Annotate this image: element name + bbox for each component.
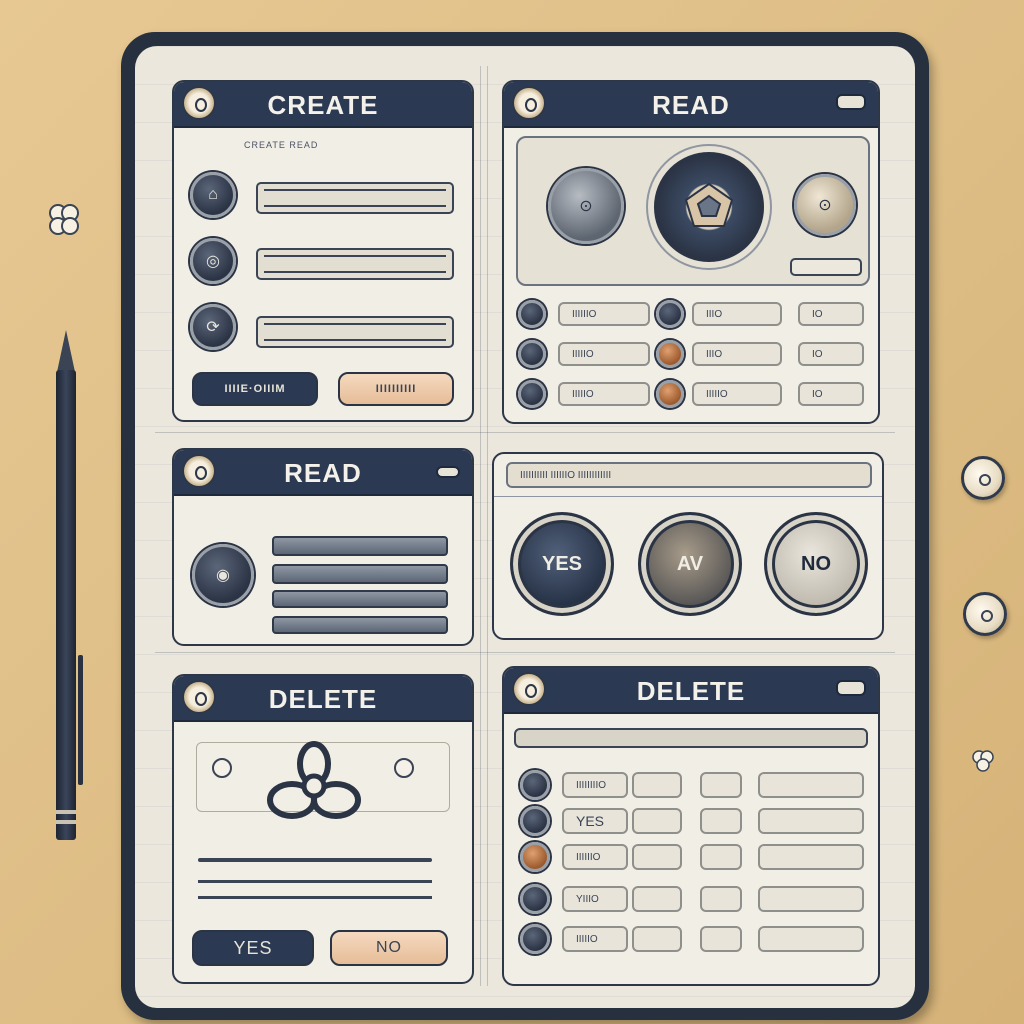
delete-right-title: DELETE (636, 676, 746, 706)
delete-table-header (514, 728, 868, 748)
center-dial-gem-icon (682, 180, 736, 234)
delete-row-3-col2[interactable] (632, 844, 682, 870)
create-title: CREATE (267, 90, 379, 120)
delete-row-4-field[interactable]: YIIIO (562, 886, 628, 912)
delete-row-1-col4[interactable] (758, 772, 864, 798)
read-row-2-right[interactable]: IO (798, 342, 864, 366)
read-top-minimize-button[interactable] (836, 94, 866, 110)
create-field-3[interactable] (256, 316, 454, 348)
read-left-eye-icon[interactable]: ◉ (192, 544, 254, 606)
pen (54, 330, 84, 850)
delete-right-panel: DELETE IIIIIIIIO YES IIIIIIO YIIIO IIIII… (502, 666, 880, 986)
read-row-2-middle[interactable]: IIIO (692, 342, 782, 366)
create-field-2[interactable] (256, 248, 454, 280)
side-knob-top (961, 456, 1005, 500)
delete-left-dot-icon (212, 758, 232, 778)
delete-row-2-icon[interactable] (520, 806, 550, 836)
delete-row-4-icon[interactable] (520, 884, 550, 914)
delete-no-button[interactable]: NO (330, 930, 448, 966)
read-left-bar-3[interactable] (272, 590, 448, 608)
read-left-minimize-button[interactable] (436, 466, 460, 478)
delete-row-1-col3[interactable] (700, 772, 742, 798)
read-left-bar-4[interactable] (272, 616, 448, 634)
create-field-1[interactable] (256, 182, 454, 214)
read-row-list: IIIIIIO IIIO IO IIIIIO IIIO IO IIIIIO II… (516, 294, 870, 414)
delete-row-3-field[interactable]: IIIIIIO (562, 844, 628, 870)
delete-row-2-col4[interactable] (758, 808, 864, 834)
delete-row-5-col4[interactable] (758, 926, 864, 952)
delete-trefoil-icon (264, 738, 364, 828)
delete-row-5-col2[interactable] (632, 926, 682, 952)
read-left-panel: READ ◉ (172, 448, 474, 646)
read-row-2-mid-icon[interactable] (656, 340, 684, 368)
read-row-1-left[interactable]: IIIIIIO (558, 302, 650, 326)
confirm-header-field: IIIIIIIIII IIIIIIO IIIIIIIIIIII (506, 462, 872, 488)
delete-row-5-field[interactable]: IIIIIO (562, 926, 628, 952)
confirm-no-button[interactable]: NO (764, 512, 868, 616)
create-edit-icon[interactable]: ◎ (190, 238, 236, 284)
read-top-panel: READ ⊙ ⊙ IIIIIIO IIIO IO IIIIIO IIIO IO … (502, 80, 880, 424)
read-row-1-middle[interactable]: IIIO (692, 302, 782, 326)
flower-doodle-icon (44, 200, 84, 240)
read-left-bar-2[interactable] (272, 564, 448, 584)
delete-line-2 (198, 880, 432, 883)
delete-right-minimize-button[interactable] (836, 680, 866, 696)
right-dial[interactable]: ⊙ (794, 174, 856, 236)
confirm-av-button[interactable]: AV (638, 512, 742, 616)
confirm-panel: IIIIIIIIII IIIIIIO IIIIIIIIIIII YES AV N… (492, 452, 884, 640)
create-breadcrumb: CREATE READ (244, 140, 319, 150)
read-row-3-mid-icon[interactable] (656, 380, 684, 408)
read-row-1-right[interactable]: IO (798, 302, 864, 326)
delete-row-1-col2[interactable] (632, 772, 682, 798)
confirm-divider (494, 496, 882, 497)
create-home-icon[interactable]: ⌂ (190, 172, 236, 218)
delete-line-3 (198, 896, 432, 899)
delete-row-2-col3[interactable] (700, 808, 742, 834)
delete-left-title: DELETE (268, 684, 378, 714)
delete-row-4-col4[interactable] (758, 886, 864, 912)
read-row-1-mid-icon[interactable] (656, 300, 684, 328)
clover-doodle-icon (970, 748, 996, 774)
delete-row-3-col3[interactable] (700, 844, 742, 870)
create-primary-button[interactable]: IIIIE·OIIIM (192, 372, 318, 406)
delete-row-2-field[interactable]: YES (562, 808, 628, 834)
delete-row-5-col3[interactable] (700, 926, 742, 952)
left-dial[interactable]: ⊙ (548, 168, 624, 244)
read-row-3-icon[interactable] (518, 380, 546, 408)
read-row-2-icon[interactable] (518, 340, 546, 368)
delete-row-3-icon[interactable] (520, 842, 550, 872)
read-row-3-left[interactable]: IIIIIO (558, 382, 650, 406)
read-left-bar-1[interactable] (272, 536, 448, 556)
delete-row-4-col2[interactable] (632, 886, 682, 912)
create-panel: CREATE CREATE READ ⌂ ◎ ⟳ IIIIE·OIIIM III… (172, 80, 474, 422)
side-knob-bottom (963, 592, 1007, 636)
delete-row-1-icon[interactable] (520, 770, 550, 800)
confirm-yes-button[interactable]: YES (510, 512, 614, 616)
delete-right-dot-icon (394, 758, 414, 778)
delete-yes-button[interactable]: YES (192, 930, 314, 966)
delete-row-3-col4[interactable] (758, 844, 864, 870)
read-top-title: READ (652, 90, 730, 120)
delete-row-4-col3[interactable] (700, 886, 742, 912)
read-left-title: READ (284, 458, 362, 488)
delete-row-2-col2[interactable] (632, 808, 682, 834)
read-row-2-left[interactable]: IIIIIO (558, 342, 650, 366)
delete-row-5-icon[interactable] (520, 924, 550, 954)
create-secondary-button[interactable]: IIIIIIIIII (338, 372, 454, 406)
delete-row-1-field[interactable]: IIIIIIIIO (562, 772, 628, 798)
read-row-3-middle[interactable]: IIIIIO (692, 382, 782, 406)
dial-slider[interactable] (790, 258, 862, 276)
create-refresh-icon[interactable]: ⟳ (190, 304, 236, 350)
delete-left-panel: DELETE YES NO (172, 674, 474, 984)
read-row-1-icon[interactable] (518, 300, 546, 328)
delete-line-1 (198, 858, 432, 862)
read-row-3-right[interactable]: IO (798, 382, 864, 406)
